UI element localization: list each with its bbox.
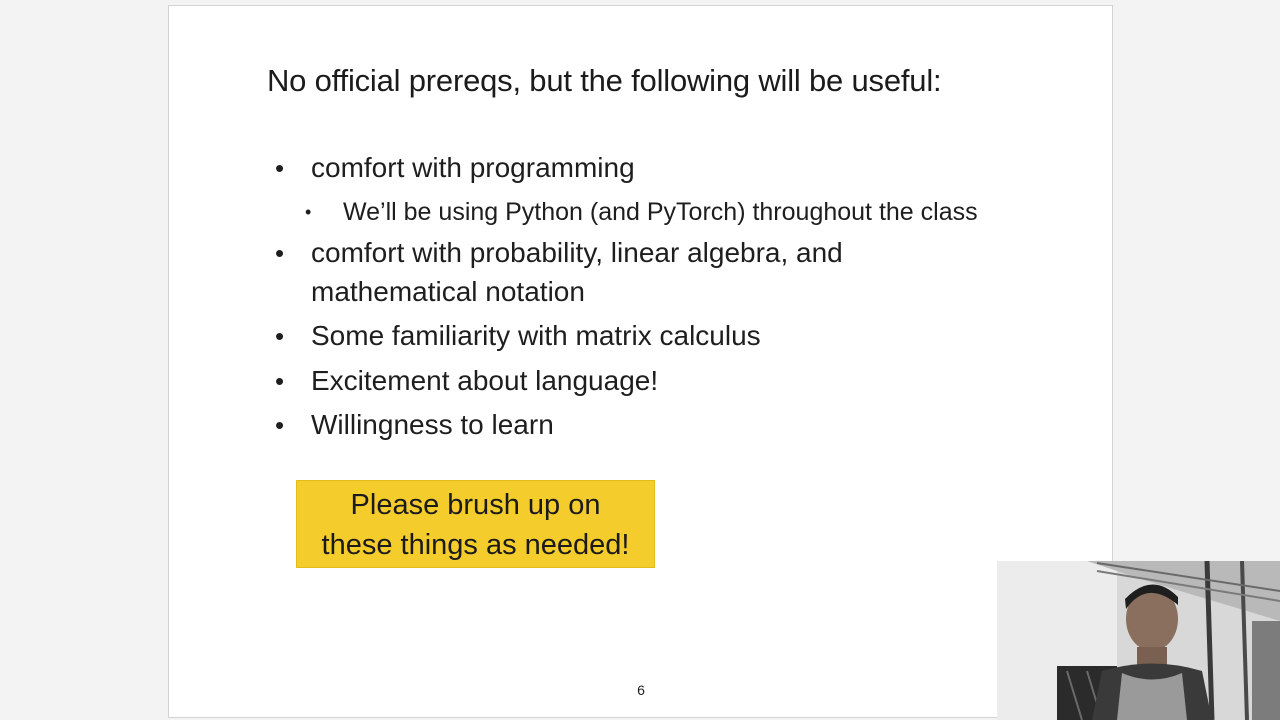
callout-line: these things as needed! <box>321 529 630 561</box>
bullet-text-continuation: mathematical notation <box>311 276 585 307</box>
bullet-text: Excitement about language! <box>311 365 659 396</box>
bullet-dot-icon: • <box>275 410 285 440</box>
bullet-text: Willingness to learn <box>311 409 554 440</box>
callout-line: Please brush up on <box>350 489 601 521</box>
callout-box: Please brush up on these things as neede… <box>296 480 655 568</box>
slide: No official prereqs, but the following w… <box>168 5 1113 718</box>
slide-title: No official prereqs, but the following w… <box>267 63 942 98</box>
sub-bullet-text: We’ll be using Python (and PyTorch) thro… <box>343 198 978 226</box>
bullet-dot-icon: • <box>275 321 285 351</box>
bullet-dot-icon: • <box>275 366 285 396</box>
presentation-viewer: No official prereqs, but the following w… <box>0 0 1280 720</box>
bullet-text: Some familiarity with matrix calculus <box>311 320 761 351</box>
bullet-dot-icon: • <box>275 153 285 183</box>
person-video-feed-icon <box>997 561 1280 720</box>
bullet-text: comfort with probability, linear algebra… <box>311 237 843 268</box>
bullet-text: comfort with programming <box>311 152 635 183</box>
page-number: 6 <box>637 682 645 698</box>
bullet-dot-icon: • <box>275 238 285 268</box>
sub-bullet-dot-icon: • <box>305 202 312 222</box>
webcam-feed <box>997 561 1280 720</box>
